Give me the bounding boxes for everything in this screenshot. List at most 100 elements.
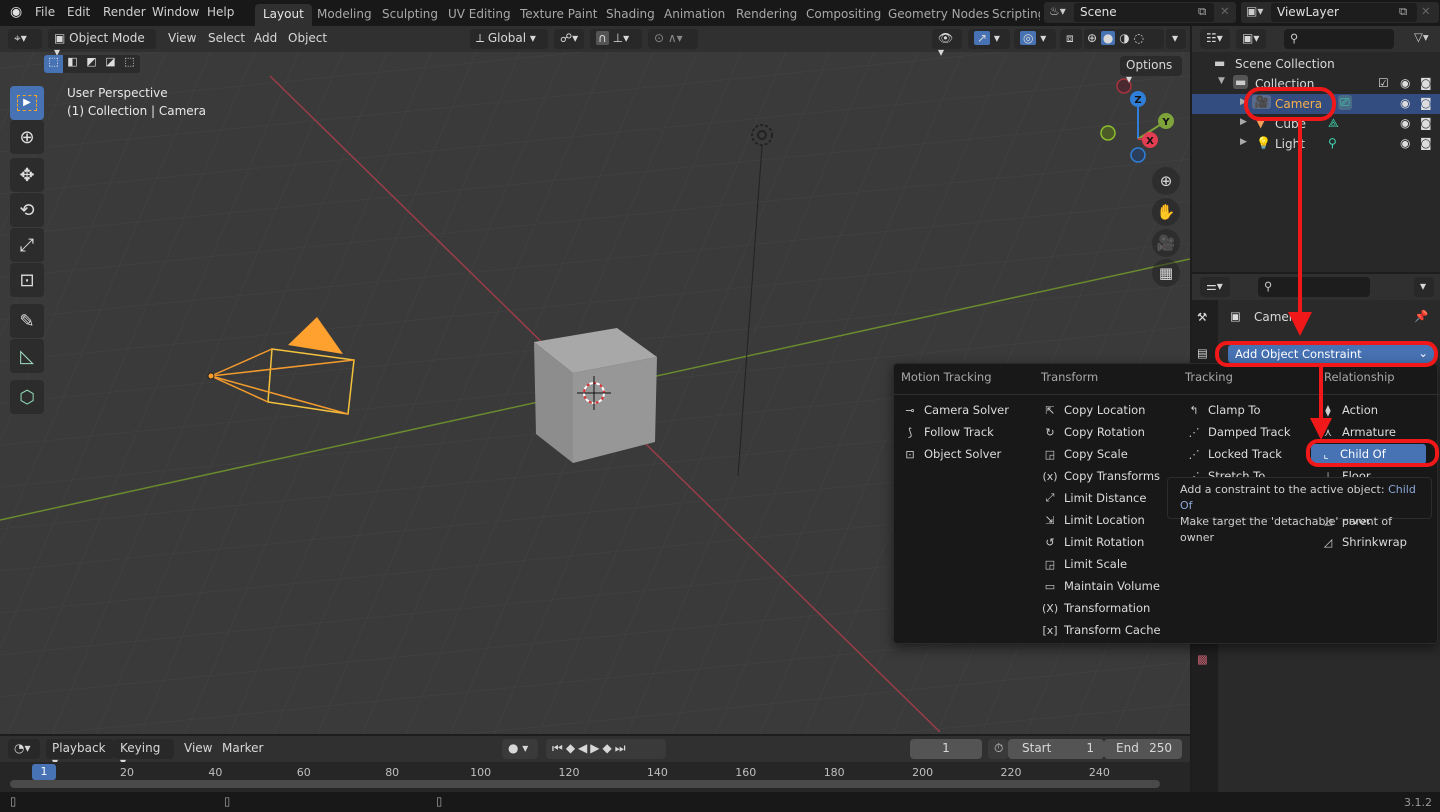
rendered-shading-icon[interactable]: ◌ [1134, 31, 1144, 45]
options-dropdown[interactable]: Options ▾ [1120, 56, 1182, 86]
play-reverse-icon[interactable]: ◀ [578, 741, 590, 755]
new-scene-icon[interactable]: ⧉ [1198, 4, 1206, 19]
tool-tab-icon[interactable]: ⚒ [1197, 310, 1207, 324]
select-new-icon[interactable]: ⬚ [44, 55, 63, 73]
pan-view-button[interactable]: ✋ [1152, 198, 1180, 226]
zoom-view-button[interactable]: ⊕ [1152, 167, 1180, 195]
render-camera-icon[interactable]: ◙ [1420, 136, 1432, 150]
render-camera-icon[interactable]: ◙ [1420, 76, 1432, 90]
tab-sculpting[interactable]: Sculpting [374, 4, 446, 26]
playback-menu[interactable]: Playback ▾ [46, 739, 114, 769]
new-view-layer-icon[interactable]: ⧉ [1399, 4, 1407, 19]
tab-shading[interactable]: Shading [598, 4, 663, 26]
visibility-eye-icon[interactable]: ◉ [1400, 136, 1410, 150]
visibility-eye-icon[interactable]: ◉ [1400, 96, 1410, 110]
menu-file[interactable]: File [35, 5, 55, 19]
menu-add[interactable]: Add [254, 31, 277, 45]
select-box-tool[interactable]: ▶ [10, 86, 44, 120]
add-cube-tool[interactable]: ⬡ [10, 380, 44, 414]
tab-geometry-nodes[interactable]: Geometry Nodes [880, 4, 997, 26]
end-frame-field[interactable]: End 250 [1104, 739, 1182, 759]
scene-name-field[interactable]: Scene [1074, 3, 1214, 22]
menu-item-limit-location[interactable]: ⇲ Limit Location [1042, 510, 1144, 530]
collapse-arrow-icon[interactable]: ▼ [1218, 76, 1225, 86]
tab-layout[interactable]: Layout [255, 4, 312, 26]
outliner-editor-type-button[interactable]: ☷▾ [1200, 29, 1230, 49]
move-tool[interactable]: ✥ [10, 158, 44, 192]
current-frame-field[interactable]: 1 [910, 739, 982, 759]
transform-tool[interactable]: ⊡ [10, 263, 44, 297]
shading-mode-buttons[interactable]: ⊕ ● ◑ ◌ [1084, 29, 1164, 49]
menu-item-camera-solver[interactable]: ⊸ Camera Solver [902, 400, 1009, 420]
timeline-scrollbar[interactable] [10, 780, 1160, 788]
transform-orientation-selector[interactable]: ⟂ Global ▾ [470, 29, 548, 49]
texture-tab-icon[interactable]: ▩ [1197, 652, 1208, 666]
playhead[interactable]: 1 [32, 764, 56, 780]
light-data-icon[interactable]: ⚲ [1328, 136, 1337, 150]
menu-window[interactable]: Window [152, 5, 199, 19]
delete-scene-icon[interactable]: ✕ [1220, 4, 1230, 18]
menu-item-follow-track[interactable]: ⟆ Follow Track [902, 422, 994, 442]
overlay-toggle-button[interactable]: ◎ ▾ [1014, 29, 1056, 49]
wireframe-shading-icon[interactable]: ⊕ [1087, 31, 1097, 45]
view-layer-name-field[interactable]: ViewLayer [1271, 3, 1417, 22]
menu-item-limit-scale[interactable]: ◲ Limit Scale [1042, 554, 1127, 574]
keying-menu[interactable]: Keying ▾ [114, 739, 174, 769]
snap-button[interactable]: ∩ ⊥▾ [590, 29, 642, 49]
timeline-editor-type-button[interactable]: ◔▾ [8, 739, 40, 759]
expand-arrow-icon[interactable]: ▶ [1240, 137, 1247, 147]
select-extend-icon[interactable]: ◧ [63, 55, 82, 73]
tab-modeling[interactable]: Modeling [309, 4, 380, 26]
properties-editor-type-button[interactable]: ⚌▾ [1200, 277, 1230, 297]
editor-type-button[interactable]: ⌖▾ [8, 29, 42, 49]
menu-item-damped-track[interactable]: ⋰ Damped Track [1186, 422, 1291, 442]
measure-tool[interactable]: ◺ [10, 339, 44, 373]
menu-item-limit-distance[interactable]: ⤢ Limit Distance [1042, 488, 1147, 508]
annotate-tool[interactable]: ✎ [10, 304, 44, 338]
delete-view-layer-icon[interactable]: ✕ [1421, 4, 1431, 18]
filter-icon[interactable]: ▽▾ [1414, 30, 1429, 44]
tab-animation[interactable]: Animation [656, 4, 733, 26]
camera-view-button[interactable]: 🎥 [1152, 229, 1180, 257]
render-camera-icon[interactable]: ◙ [1420, 116, 1432, 130]
outliner-scene-collection[interactable]: ▬ Scene Collection [1192, 54, 1440, 74]
play-icon[interactable]: ▶ [590, 741, 602, 755]
mesh-data-icon[interactable]: ⟁ [1328, 116, 1339, 131]
cursor-tool[interactable]: ⊕ [10, 120, 44, 154]
menu-edit[interactable]: Edit [67, 5, 90, 19]
select-subtract-icon[interactable]: ◩ [82, 55, 101, 73]
mode-selector[interactable]: ▣ Object Mode ▾ [48, 29, 156, 59]
properties-search-input[interactable]: ⚲ [1258, 277, 1370, 297]
jump-start-icon[interactable]: ⏮ [552, 741, 566, 755]
menu-render[interactable]: Render [103, 5, 146, 19]
xray-toggle-button[interactable]: ⧈ [1060, 29, 1082, 49]
tab-rendering[interactable]: Rendering [728, 4, 805, 26]
menu-item-copy-location[interactable]: ⇱ Copy Location [1042, 400, 1145, 420]
menu-item-transformation[interactable]: (X) Transformation [1042, 598, 1150, 618]
jump-end-icon[interactable]: ⏭ [615, 741, 629, 755]
menu-item-clamp-to[interactable]: ↰ Clamp To [1186, 400, 1260, 420]
gizmo-toggle-button[interactable]: ↗ ▾ [968, 29, 1010, 49]
solid-shading-icon[interactable]: ● [1100, 31, 1116, 45]
select-intersect-icon[interactable]: ⬚ [120, 55, 139, 73]
visibility-eye-icon[interactable]: ◉ [1400, 76, 1410, 90]
properties-options-dropdown[interactable]: ▾ [1414, 277, 1434, 297]
expand-arrow-icon[interactable]: ▶ [1240, 117, 1247, 127]
pivot-point-button[interactable]: ☍▾ [554, 29, 584, 49]
ortho-toggle-button[interactable]: ▦ [1152, 259, 1180, 287]
shading-options-dropdown[interactable]: ▾ [1166, 29, 1186, 49]
menu-object[interactable]: Object [288, 31, 327, 45]
display-mode-button[interactable]: ▣▾ [1236, 29, 1266, 49]
menu-select[interactable]: Select [208, 31, 245, 45]
exclude-checkbox[interactable]: ☑ [1378, 76, 1389, 90]
outliner-search-input[interactable]: ⚲ [1284, 29, 1394, 49]
menu-item-action[interactable]: ⧫ Action [1320, 400, 1378, 420]
tab-scripting[interactable]: Scripting [984, 4, 1040, 26]
timeline-menu-view[interactable]: View [184, 741, 212, 755]
view-layer-selector[interactable]: ▣▾ ViewLayer ⧉ ✕ [1241, 2, 1439, 23]
next-keyframe-icon[interactable]: ◆ [603, 741, 615, 755]
render-tab-icon[interactable]: ▤ [1197, 346, 1208, 360]
camera-data-icon[interactable]: ⎚ [1338, 95, 1352, 110]
start-frame-field[interactable]: Start 1 [1008, 739, 1104, 759]
cube-object[interactable] [534, 328, 657, 463]
